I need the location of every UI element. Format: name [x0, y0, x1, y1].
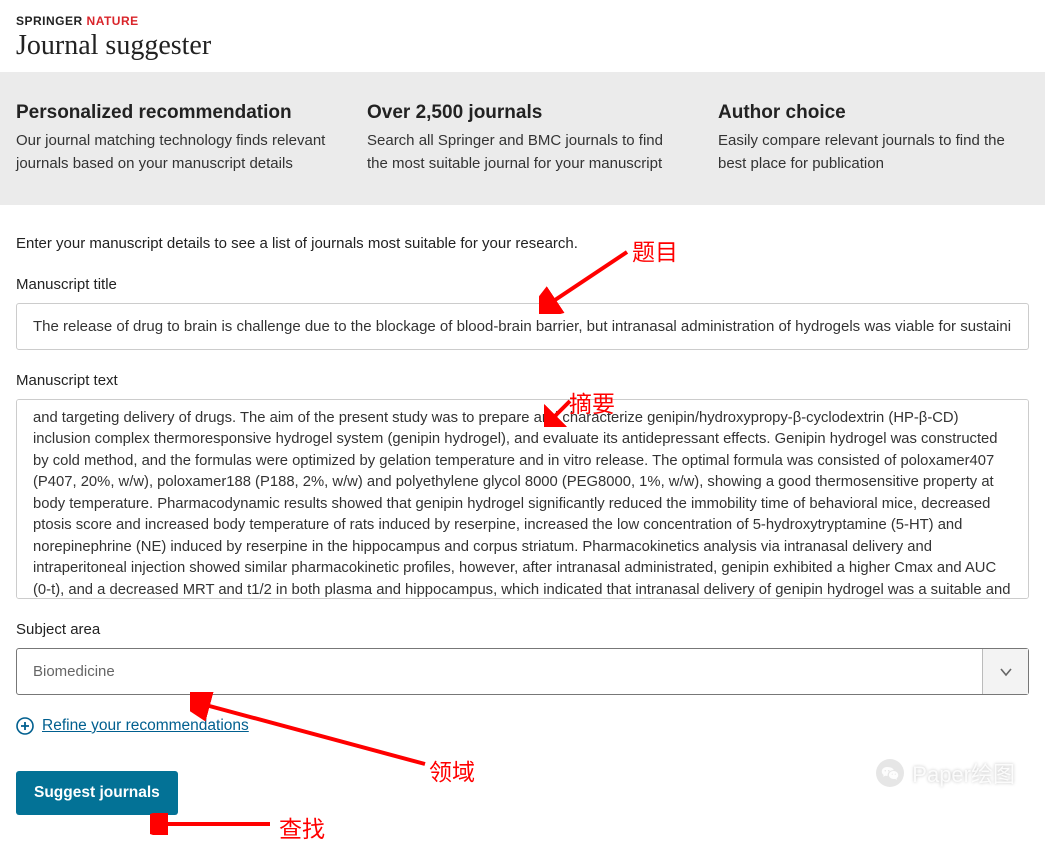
plus-circle-icon: [16, 717, 34, 735]
annotation-search: 查找: [279, 810, 325, 844]
chevron-down-icon: [982, 649, 1028, 694]
brand-logo: SPRINGER NATURE: [16, 14, 1029, 28]
watermark: Paper绘图: [876, 757, 1015, 789]
brand-part-2: NATURE: [83, 14, 139, 28]
refine-row: Refine your recommendations: [16, 717, 1029, 735]
feature-desc: Our journal matching technology finds re…: [16, 130, 327, 175]
subject-group: Subject area Biomedicine: [16, 621, 1029, 695]
title-group: Manuscript title: [16, 276, 1029, 350]
page-header: SPRINGER NATURE Journal suggester: [0, 0, 1045, 72]
brand-part-1: SPRINGER: [16, 14, 83, 28]
refine-link[interactable]: Refine your recommendations: [42, 717, 249, 735]
wechat-icon: [876, 759, 904, 787]
arrow-icon: [150, 813, 278, 835]
features-bar: Personalized recommendation Our journal …: [0, 72, 1045, 205]
subject-select[interactable]: Biomedicine: [16, 648, 1029, 695]
main-form: Enter your manuscript details to see a l…: [0, 205, 1045, 845]
manuscript-text-input[interactable]: [17, 400, 1028, 598]
text-wrap: [16, 399, 1029, 599]
feature-title: Author choice: [718, 102, 1029, 124]
feature-desc: Easily compare relevant journals to find…: [718, 130, 1029, 175]
text-group: Manuscript text: [16, 372, 1029, 599]
feature-title: Over 2,500 journals: [367, 102, 678, 124]
manuscript-title-input[interactable]: [16, 303, 1029, 350]
feature-desc: Search all Springer and BMC journals to …: [367, 130, 678, 175]
title-label: Manuscript title: [16, 276, 1029, 293]
feature-author-choice: Author choice Easily compare relevant jo…: [718, 102, 1029, 175]
text-label: Manuscript text: [16, 372, 1029, 389]
suggest-journals-button[interactable]: Suggest journals: [16, 771, 178, 815]
watermark-text: Paper绘图: [912, 757, 1015, 789]
subject-label: Subject area: [16, 621, 1029, 638]
annotation-subject: 领域: [429, 753, 475, 787]
feature-personalized: Personalized recommendation Our journal …: [16, 102, 327, 175]
intro-text: Enter your manuscript details to see a l…: [16, 235, 1029, 252]
subject-value: Biomedicine: [17, 649, 982, 694]
feature-title: Personalized recommendation: [16, 102, 327, 124]
site-title: Journal suggester: [16, 30, 1029, 62]
feature-journals: Over 2,500 journals Search all Springer …: [367, 102, 678, 175]
